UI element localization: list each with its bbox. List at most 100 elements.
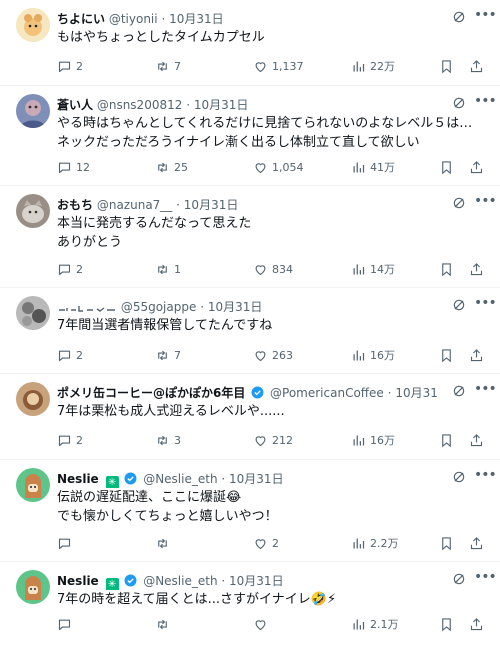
post-date[interactable]: 10月31日 [229,472,284,486]
upload-icon [470,537,483,550]
views-button[interactable]: 14万 [351,261,395,279]
reply-item[interactable]: おもち @nazuna7__ · 10月31日 ••• 本当に発売するんだなって… [0,186,500,288]
bookmark-button[interactable] [439,432,454,450]
views-button[interactable]: 16万 [351,347,395,365]
grok-icon[interactable] [452,298,466,312]
like-button[interactable]: 834 [253,261,293,279]
reply-item[interactable]: Neslie ✳ @Neslie_eth · 10月31日 ••• 7年の時を超… [0,562,500,643]
more-icon[interactable]: ••• [474,468,497,484]
separator-dot: · [186,98,191,112]
user-handle[interactable]: @nazuna7__ [97,198,172,212]
grok-icon[interactable] [452,572,466,586]
views-button[interactable]: 22万 [351,58,395,76]
bookmark-button[interactable] [439,347,454,365]
share-button[interactable] [469,616,484,634]
more-icon[interactable]: ••• [474,94,497,110]
grok-icon[interactable] [452,196,466,210]
post-date[interactable]: 10月31日 [194,98,249,112]
reply-button[interactable]: 2 [57,347,83,365]
share-button[interactable] [469,535,484,553]
bar-chart-icon [353,435,365,446]
bookmark-button[interactable] [439,58,454,76]
reply-button[interactable] [57,535,76,553]
reply-item[interactable]: 蒼い人 @nsns200812 · 10月31日 ••• やる時はちゃんとしてく… [0,86,500,186]
user-handle[interactable]: @55gojappe [121,300,197,314]
like-button[interactable] [253,616,272,634]
views-button[interactable]: 2.2万 [351,535,399,553]
avatar[interactable] [16,94,50,128]
repost-button[interactable] [155,616,174,634]
display-name[interactable]: おもち [57,198,93,212]
views-button[interactable]: 16万 [351,432,395,450]
avatar[interactable] [16,194,50,228]
reply-button[interactable]: 12 [57,159,90,177]
repost-button[interactable]: 1 [155,261,181,279]
display-name[interactable]: ちよにい [57,12,105,26]
user-handle[interactable]: @nsns200812 [97,98,183,112]
repost-button[interactable] [155,535,174,553]
post-date[interactable]: 10月31日 [229,574,284,588]
like-button[interactable]: 263 [253,347,293,365]
share-button[interactable] [469,159,484,177]
repost-button[interactable]: 3 [155,432,181,450]
stylized-name-graphic[interactable] [57,300,117,312]
grok-icon[interactable] [452,470,466,484]
bookmark-button[interactable] [439,616,454,634]
post-date[interactable]: 10月31日 [208,300,263,314]
avatar[interactable] [16,382,50,416]
like-button[interactable]: 1,137 [253,58,304,76]
avatar[interactable] [16,570,50,604]
more-icon[interactable]: ••• [474,8,497,24]
reply-button[interactable]: 2 [57,58,83,76]
avatar[interactable] [16,296,50,330]
reply-item[interactable]: @55gojappe · 10月31日 ••• 7年間当選者情報保管してたんです… [0,288,500,374]
share-button[interactable] [469,58,484,76]
views-button[interactable]: 2.1万 [351,616,399,634]
grok-icon[interactable] [452,384,466,398]
upload-icon [470,349,483,362]
reply-button[interactable] [57,616,76,634]
like-button[interactable]: 2 [253,535,279,553]
display-name[interactable]: 蒼い人 [57,98,93,112]
user-handle[interactable]: @Neslie_eth [143,574,217,588]
like-button[interactable]: 1,054 [253,159,304,177]
like-button[interactable]: 212 [253,432,293,450]
share-button[interactable] [469,347,484,365]
bookmark-button[interactable] [439,159,454,177]
user-handle[interactable]: @tiyonii [109,12,158,26]
grok-icon[interactable] [452,96,466,110]
display-name[interactable]: Neslie [57,574,99,588]
reply-button[interactable]: 2 [57,432,83,450]
more-icon[interactable]: ••• [474,296,497,312]
post-date[interactable]: 10月31日 [395,386,440,400]
post-date[interactable]: 10月31日 [169,12,224,26]
user-handle[interactable]: @Neslie_eth [143,472,217,486]
bookmark-button[interactable] [439,261,454,279]
avatar[interactable] [16,8,50,42]
more-icon[interactable]: ••• [474,194,497,210]
more-icon[interactable]: ••• [474,382,497,398]
repost-button[interactable]: 7 [155,347,181,365]
avatar[interactable] [16,468,50,502]
reply-item[interactable]: ポメリ缶コーヒー@ぽかぽか6年目 @PomericanCoffee · 10月3… [0,374,500,460]
display-name[interactable]: Neslie [57,472,99,486]
grok-icon[interactable] [452,10,466,24]
reply-button[interactable]: 2 [57,261,83,279]
more-icon[interactable]: ••• [474,570,497,586]
reply-item[interactable]: ちよにい @tiyonii · 10月31日 ••• もはやちょっとしたタイムカ… [0,0,500,86]
repost-icon [158,162,167,173]
heart-icon [255,163,266,174]
repost-button[interactable]: 25 [155,159,188,177]
share-button[interactable] [469,261,484,279]
repost-count: 7 [174,60,181,73]
share-button[interactable] [469,432,484,450]
user-handle[interactable]: @PomericanCoffee [270,386,384,400]
reply-item[interactable]: Neslie ✳ @Neslie_eth · 10月31日 ••• 伝説の遅延配… [0,460,500,562]
post-date[interactable]: 10月31日 [184,198,239,212]
views-button[interactable]: 41万 [351,159,395,177]
repost-button[interactable]: 7 [155,58,181,76]
display-name[interactable]: ポメリ缶コーヒー@ぽかぽか6年目 [57,386,245,400]
bookmark-button[interactable] [439,535,454,553]
reply-count: 2 [76,60,83,73]
verified-badge-icon [124,574,137,587]
